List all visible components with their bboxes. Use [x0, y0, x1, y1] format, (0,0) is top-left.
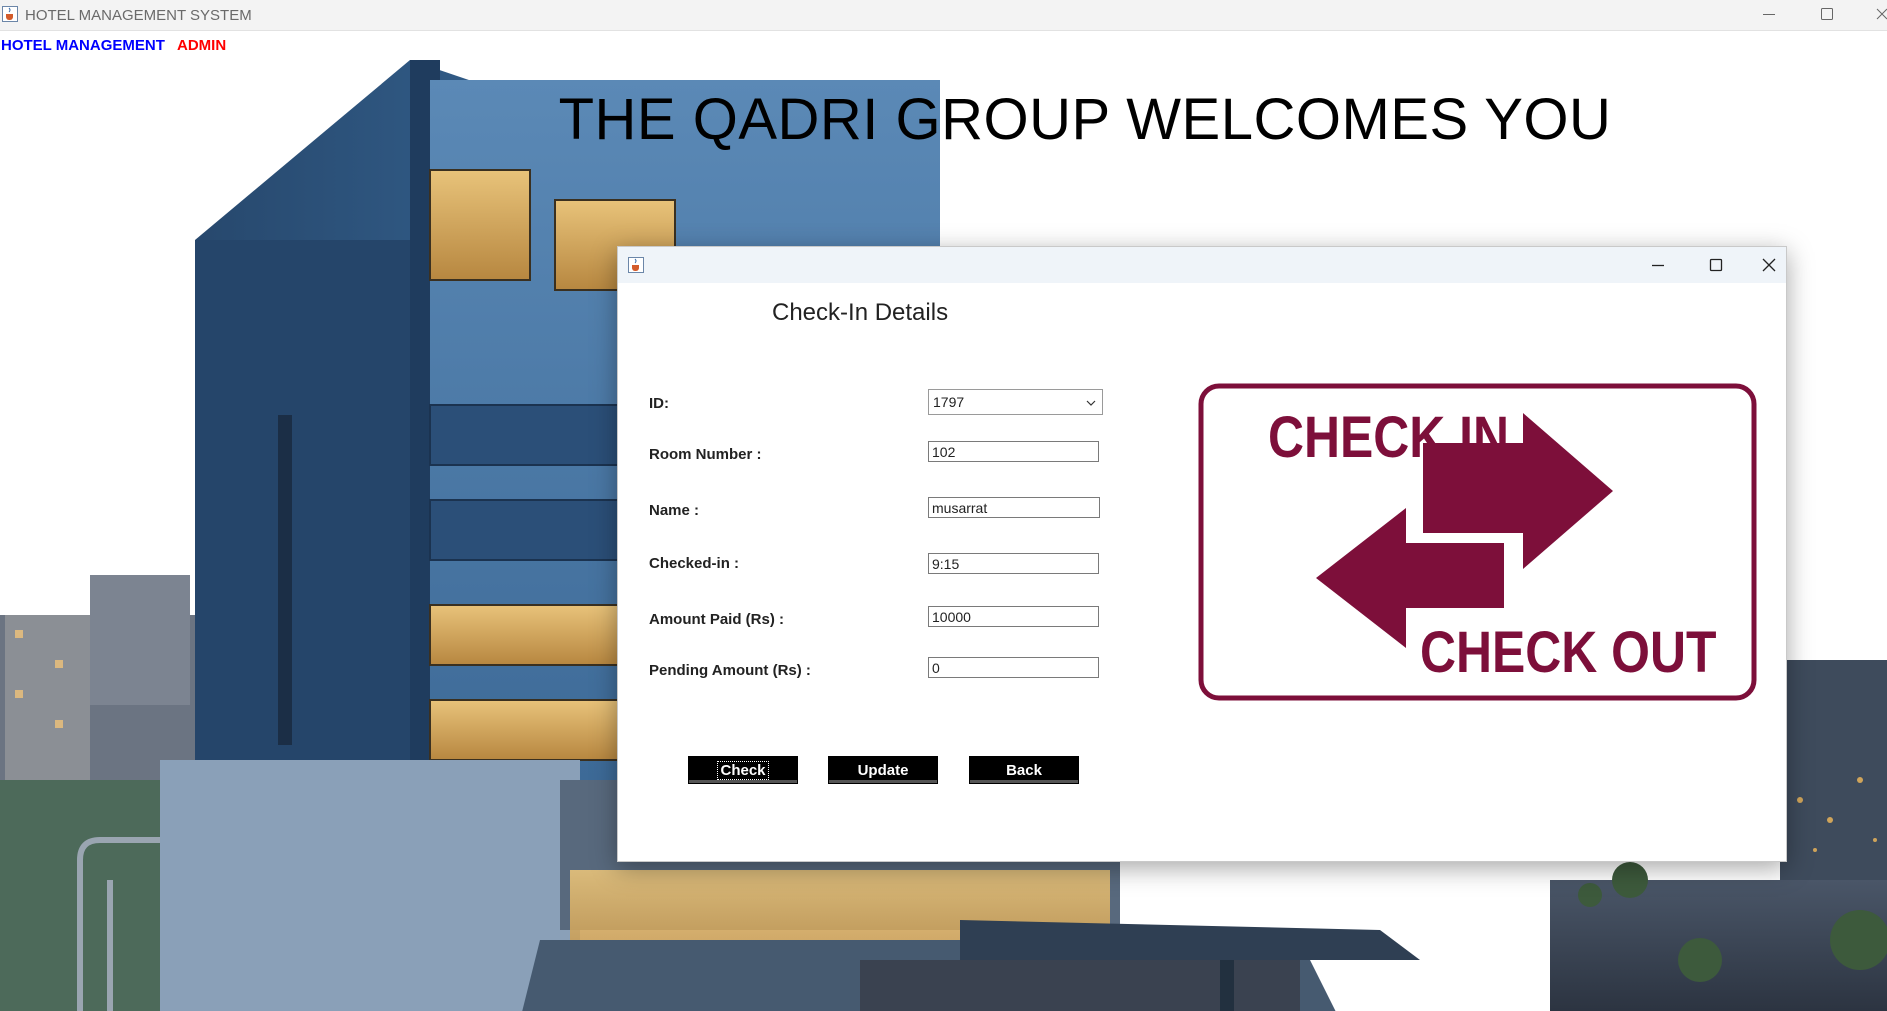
- id-selected-value: 1797: [933, 394, 965, 410]
- pending-amount-field[interactable]: [928, 657, 1099, 678]
- amount-paid-field[interactable]: [928, 606, 1099, 627]
- main-window-titlebar: HOTEL MANAGEMENT SYSTEM: [0, 0, 1887, 31]
- name-label: Name :: [649, 502, 700, 519]
- check-in-details-dialog: Check-In Details ID: 1797 Room Number : …: [617, 246, 1787, 862]
- main-window-title: HOTEL MANAGEMENT SYSTEM: [25, 7, 252, 24]
- menu-hotel-management[interactable]: HOTEL MANAGEMENT: [1, 37, 165, 54]
- welcome-banner: THE QADRI GROUP WELCOMES YOU: [558, 87, 1612, 152]
- close-icon: [1762, 258, 1776, 272]
- update-button[interactable]: Update: [828, 756, 938, 784]
- maximize-icon: [1821, 8, 1833, 20]
- checked-in-label: Checked-in :: [649, 555, 740, 572]
- close-icon: [1876, 8, 1887, 20]
- sign-check-out-text: CHECK OUT: [1420, 621, 1716, 685]
- check-in-check-out-sign: CHECK IN CHECK OUT: [1198, 383, 1757, 701]
- chevron-down-icon: [1086, 400, 1096, 406]
- back-button[interactable]: Back: [969, 756, 1079, 784]
- maximize-icon: [1709, 258, 1723, 272]
- java-cup-icon: [628, 257, 644, 273]
- java-cup-icon: [2, 6, 18, 22]
- name-field[interactable]: [928, 497, 1100, 518]
- dialog-titlebar: [618, 247, 1786, 283]
- id-dropdown[interactable]: 1797: [928, 389, 1103, 415]
- pending-amount-label: Pending Amount (Rs) :: [649, 662, 811, 679]
- dialog-close-button[interactable]: [1754, 247, 1786, 283]
- room-number-label: Room Number :: [649, 446, 762, 463]
- minimize-icon: [1652, 264, 1664, 267]
- dialog-heading: Check-In Details: [772, 299, 949, 326]
- room-number-field[interactable]: [928, 441, 1099, 462]
- close-button[interactable]: [1860, 0, 1887, 30]
- id-label: ID:: [649, 395, 669, 412]
- minimize-icon: [1763, 14, 1775, 15]
- maximize-button[interactable]: [1804, 0, 1850, 30]
- check-button[interactable]: Check: [688, 756, 798, 784]
- menu-admin[interactable]: ADMIN: [177, 37, 226, 54]
- menubar: HOTEL MANAGEMENT ADMIN: [0, 31, 1887, 60]
- dialog-maximize-button[interactable]: [1696, 247, 1736, 283]
- minimize-button[interactable]: [1746, 0, 1792, 30]
- check-button-label: Check: [717, 760, 769, 780]
- checked-in-field[interactable]: [928, 553, 1099, 574]
- dialog-minimize-button[interactable]: [1638, 247, 1678, 283]
- amount-paid-label: Amount Paid (Rs) :: [649, 611, 784, 628]
